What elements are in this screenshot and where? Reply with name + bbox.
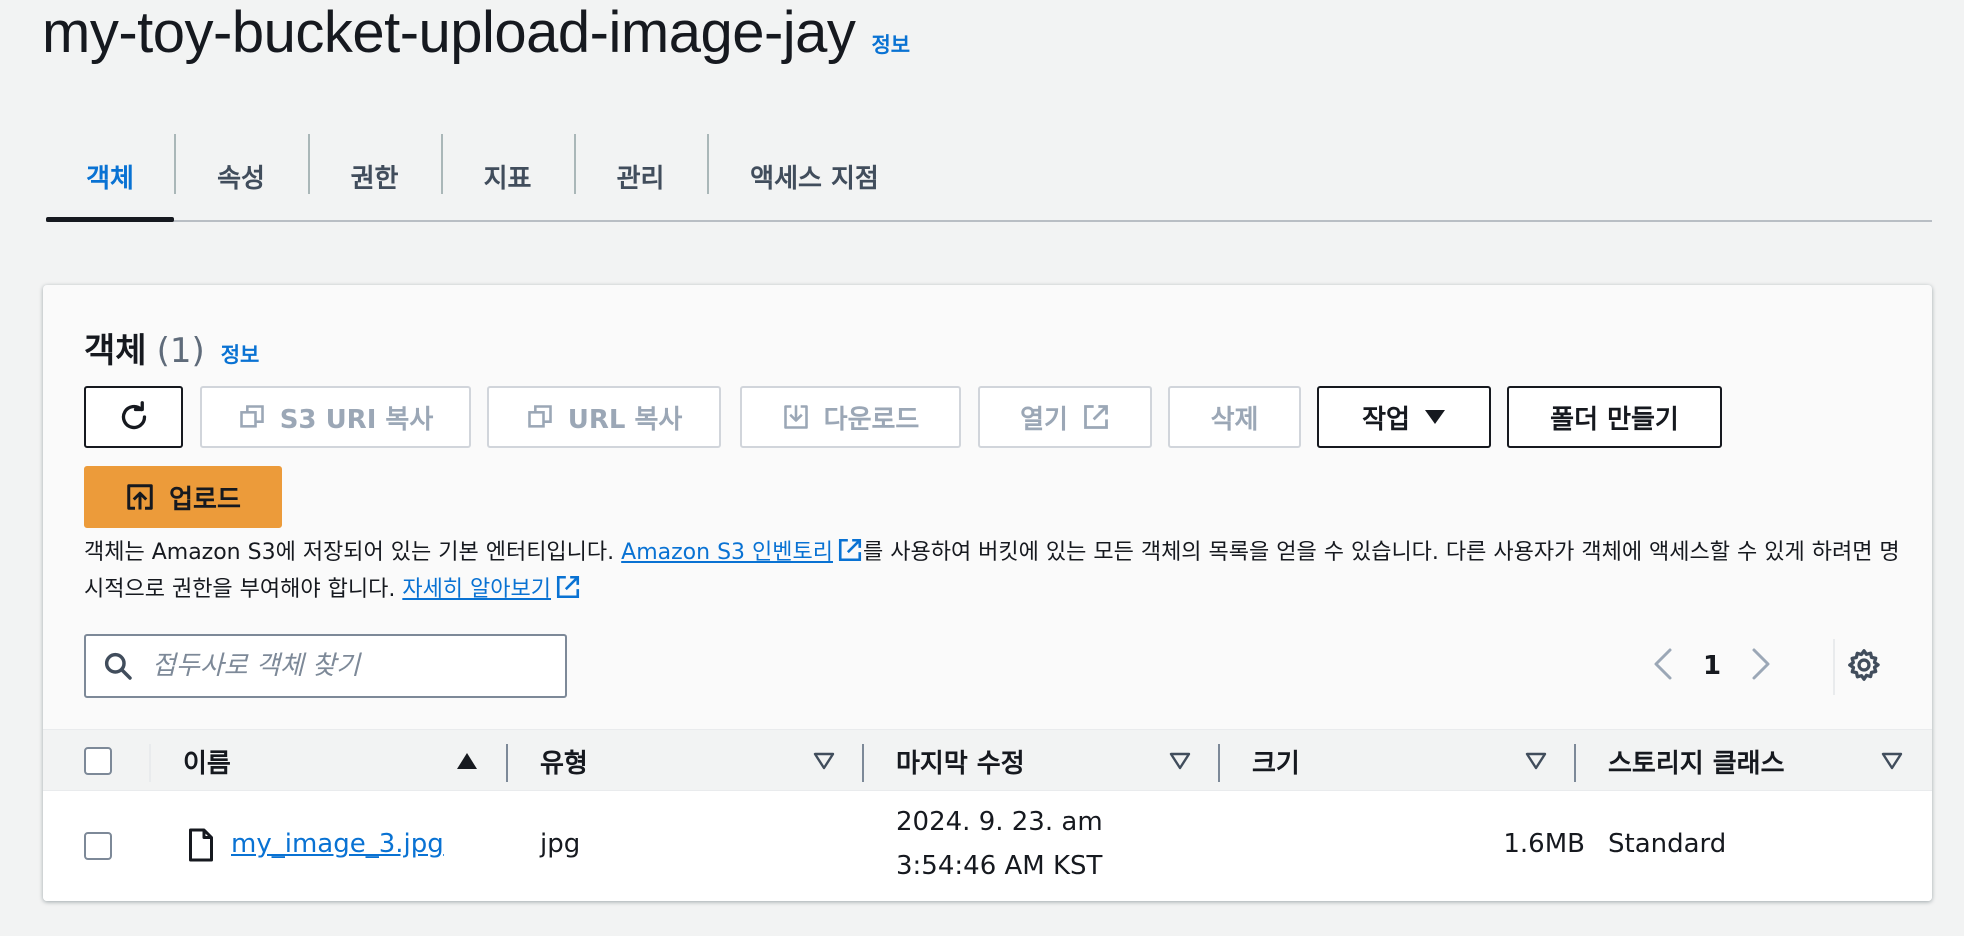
- objects-table-header: 이름 유형 마지막 수정 크기 스토리지 클래스: [43, 729, 1932, 791]
- refresh-icon: [116, 399, 152, 435]
- object-name-link[interactable]: my_image_3.jpg: [231, 829, 444, 859]
- search-icon: [102, 650, 134, 682]
- bucket-info-link[interactable]: 정보: [871, 29, 910, 59]
- bucket-title: my-toy-bucket-upload-image-jay: [42, 0, 856, 65]
- column-header-name[interactable]: 이름: [183, 730, 231, 792]
- select-all-checkbox[interactable]: [84, 747, 112, 775]
- chevron-right-icon[interactable]: [1751, 647, 1771, 685]
- column-header-type[interactable]: 유형: [540, 730, 588, 792]
- sort-desc-icon[interactable]: [1525, 752, 1547, 774]
- external-link-icon: [1082, 403, 1110, 431]
- create-folder-button[interactable]: 폴더 만들기: [1507, 386, 1722, 448]
- upload-button[interactable]: 업로드: [84, 466, 282, 528]
- delete-button[interactable]: 삭제: [1168, 386, 1301, 448]
- upload-icon: [125, 482, 155, 512]
- external-link-icon: [555, 574, 581, 610]
- download-label: 다운로드: [823, 404, 920, 435]
- tab-access-points[interactable]: 액세스 지점: [707, 132, 922, 220]
- objects-panel-header: 객체 (1) 정보: [84, 323, 259, 372]
- table-row: my_image_3.jpg jpg 2024. 9. 23. am 3:54:…: [43, 791, 1932, 901]
- objects-count: (1): [156, 331, 205, 371]
- column-header-storage-class[interactable]: 스토리지 클래스: [1608, 730, 1785, 792]
- upload-label: 업로드: [169, 484, 241, 515]
- copy-icon: [526, 403, 554, 431]
- actions-dropdown-button[interactable]: 작업: [1317, 386, 1491, 448]
- bucket-tabs: 객체 속성 권한 지표 관리 액세스 지점: [46, 132, 1932, 222]
- copy-s3-uri-label: S3 URI 복사: [279, 404, 434, 435]
- external-link-icon: [837, 537, 863, 573]
- column-divider: [862, 744, 864, 782]
- download-button[interactable]: 다운로드: [740, 386, 961, 448]
- sort-asc-icon[interactable]: [456, 752, 478, 774]
- current-page-number[interactable]: 1: [1703, 651, 1721, 681]
- object-size: 1.6MB: [1503, 829, 1585, 859]
- sort-desc-icon[interactable]: [1169, 752, 1191, 774]
- objects-description: 객체는 Amazon S3에 저장되어 있는 기본 엔터티입니다. Amazon…: [84, 536, 1904, 610]
- create-folder-label: 폴더 만들기: [1550, 404, 1679, 435]
- column-header-size[interactable]: 크기: [1252, 730, 1300, 792]
- chevron-left-icon[interactable]: [1653, 647, 1673, 685]
- object-search-field: [84, 634, 567, 698]
- sort-desc-icon[interactable]: [1881, 752, 1903, 774]
- open-button[interactable]: 열기: [978, 386, 1152, 448]
- copy-icon: [238, 403, 266, 431]
- objects-panel: 객체 (1) 정보 S3 URI 복사 URL 복사 다운로드 열기 삭제 작업…: [43, 285, 1932, 901]
- object-last-modified-line1: 2024. 9. 23. am: [896, 807, 1103, 837]
- column-divider: [506, 744, 508, 782]
- file-icon: [186, 827, 216, 867]
- object-search-input[interactable]: [152, 651, 532, 681]
- tab-management[interactable]: 관리: [574, 132, 707, 220]
- tab-metrics[interactable]: 지표: [441, 132, 574, 220]
- copy-url-button[interactable]: URL 복사: [487, 386, 721, 448]
- gear-icon[interactable]: [1846, 647, 1882, 687]
- pagination: 1: [1653, 642, 1771, 690]
- tab-properties[interactable]: 속성: [174, 132, 308, 220]
- download-icon: [782, 403, 810, 431]
- s3-inventory-link-label: Amazon S3 인벤토리: [621, 540, 833, 565]
- column-header-last-modified[interactable]: 마지막 수정: [896, 730, 1025, 792]
- sort-desc-icon[interactable]: [813, 752, 835, 774]
- pagination-divider: [1833, 639, 1835, 695]
- object-last-modified-line2: 3:54:46 AM KST: [896, 851, 1103, 881]
- refresh-button[interactable]: [84, 386, 183, 448]
- row-select-checkbox[interactable]: [84, 832, 112, 860]
- tab-permissions[interactable]: 권한: [308, 132, 441, 220]
- learn-more-link[interactable]: 자세히 알아보기: [402, 577, 551, 602]
- object-type: jpg: [540, 829, 581, 859]
- actions-label: 작업: [1362, 404, 1410, 435]
- caret-down-icon: [1424, 409, 1446, 425]
- page-title-area: my-toy-bucket-upload-image-jay 정보: [42, 0, 910, 66]
- open-label: 열기: [1020, 404, 1068, 435]
- objects-panel-title: 객체: [84, 331, 147, 371]
- description-text-1: 객체는 Amazon S3에 저장되어 있는 기본 엔터티입니다.: [84, 540, 622, 565]
- column-divider: [1574, 744, 1576, 782]
- column-divider: [149, 744, 151, 782]
- delete-label: 삭제: [1210, 404, 1259, 435]
- learn-more-link-label: 자세히 알아보기: [402, 577, 552, 602]
- s3-inventory-link[interactable]: Amazon S3 인벤토리: [621, 540, 833, 565]
- column-divider: [1218, 744, 1220, 782]
- tab-objects[interactable]: 객체: [46, 132, 174, 222]
- object-storage-class: Standard: [1608, 829, 1727, 859]
- copy-s3-uri-button[interactable]: S3 URI 복사: [200, 386, 471, 448]
- copy-url-label: URL 복사: [567, 404, 683, 435]
- objects-info-link[interactable]: 정보: [221, 339, 260, 369]
